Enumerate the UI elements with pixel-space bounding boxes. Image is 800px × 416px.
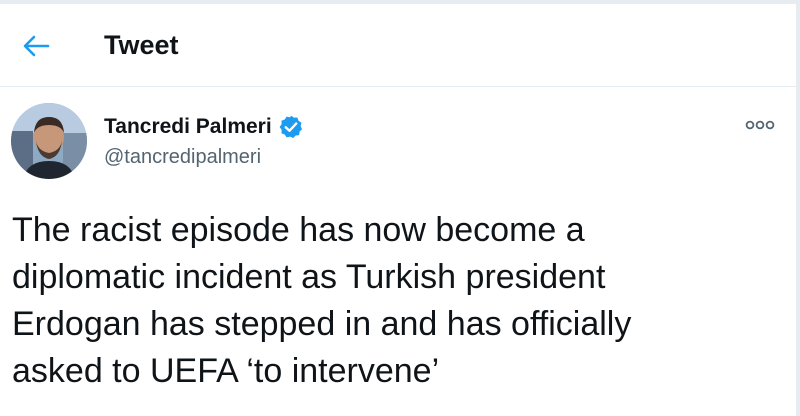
page-title: Tweet [104, 30, 179, 60]
author-display-name[interactable]: Tancredi Palmeri [104, 113, 272, 141]
arrow-left-icon [23, 35, 50, 57]
avatar[interactable] [11, 103, 87, 179]
verified-badge-icon [279, 115, 302, 139]
more-options-button[interactable] [744, 115, 776, 135]
author-info: Tancredi Palmeri @tancredipalmeri [104, 113, 304, 171]
more-options-icon [745, 120, 775, 130]
user-avatar-image [11, 103, 87, 179]
author-handle[interactable]: @tancredipalmeri [104, 143, 304, 171]
display-name-row: Tancredi Palmeri [104, 113, 304, 141]
tweet: Tancredi Palmeri @tancredipalmeri The ra… [0, 87, 796, 416]
page-header: Tweet [0, 4, 796, 87]
back-button[interactable] [18, 28, 54, 64]
tweet-text: The racist episode has now become a dipl… [12, 211, 632, 390]
